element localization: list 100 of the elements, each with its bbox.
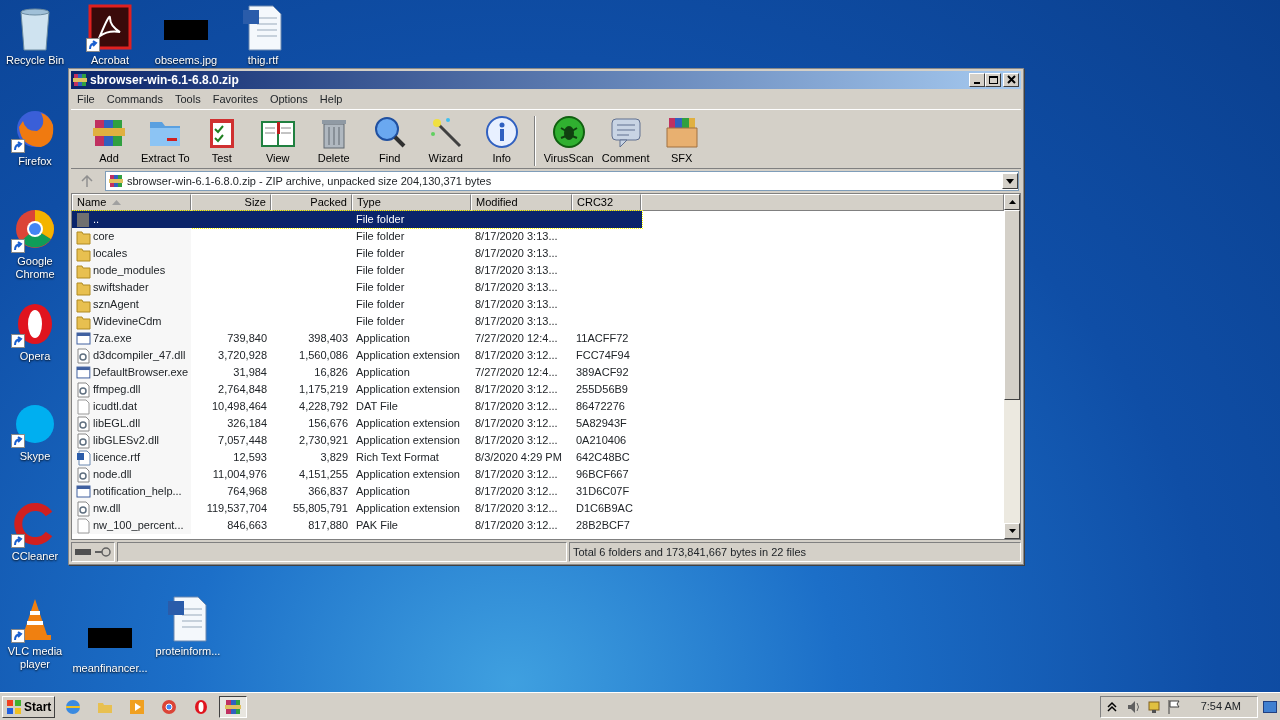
- table-cell-text: 398,403: [307, 331, 349, 347]
- icon-label[interactable]: Acrobat: [91, 54, 129, 67]
- icon-label[interactable]: thig.rtf: [247, 54, 279, 67]
- file-row[interactable]: libEGL.dll 326,184 156,676 Application extension 8/17/2020 3:12... 5A82943F: [72, 415, 642, 432]
- toolbar-button[interactable]: Add: [81, 113, 137, 166]
- scroll-up-button[interactable]: [1004, 194, 1020, 210]
- menu-item[interactable]: File: [71, 90, 101, 108]
- table-cell-text: 739,840: [226, 331, 268, 347]
- toolbar-button[interactable]: Find: [361, 113, 418, 166]
- icon-label[interactable]: Skype: [19, 450, 51, 463]
- icon-label[interactable]: Recycle Bin: [5, 54, 65, 67]
- table-cell-text: D1C6B9AC: [575, 501, 634, 517]
- file-row[interactable]: ffmpeg.dll 2,764,848 1,175,219 Application extension 8/17/2020 3:12... 255D56B9: [72, 381, 642, 398]
- network-icon[interactable]: [1146, 698, 1161, 715]
- toolbar-button[interactable]: Comment: [597, 113, 654, 166]
- toolbar-button[interactable]: VirusScan: [539, 113, 598, 166]
- table-cell-text: 642C48BC: [575, 450, 631, 466]
- close-button[interactable]: [1003, 73, 1019, 87]
- table-cell-text: 11,004,976: [211, 467, 268, 483]
- toolbar-button[interactable]: Delete: [305, 113, 362, 166]
- file-row[interactable]: node_modules File folder 8/17/2020 3:13...: [72, 262, 642, 279]
- minimize-button[interactable]: [969, 73, 985, 87]
- toolbar-button[interactable]: View: [249, 113, 306, 166]
- toolbar-button[interactable]: SFX: [653, 113, 710, 166]
- dropdown-button[interactable]: [1002, 173, 1018, 189]
- file-row[interactable]: WidevineCdm File folder 8/17/2020 3:13...: [72, 313, 642, 330]
- drive-icon[interactable]: [75, 548, 91, 556]
- taskbar-button[interactable]: [219, 695, 248, 718]
- file-row[interactable]: 7za.exe 739,840 398,403 Application 7/27/2020 12:4... 11ACFF72: [72, 330, 642, 347]
- toolbar-button[interactable]: Test: [193, 113, 250, 166]
- file-row[interactable]: node.dll 11,004,976 4,151,255 Application extension 8/17/2020 3:12... 96BCF667: [72, 466, 642, 483]
- file-row[interactable]: locales File folder 8/17/2020 3:13...: [72, 245, 642, 262]
- icon-label[interactable]: proteinform...: [155, 645, 221, 658]
- file-row[interactable]: nw.dll 119,537,704 55,805,791 Application extension 8/17/2020 3:12... D1C6B9AC: [72, 500, 642, 517]
- file-name: WidevineCdm: [93, 314, 163, 330]
- table-cell-text: 326,184: [226, 416, 268, 432]
- table-cell-text: 8/17/2020 3:13...: [474, 314, 559, 330]
- start-button[interactable]: Start: [2, 695, 56, 718]
- file-row[interactable]: libGLESv2.dll 7,057,448 2,730,921 Application extension 8/17/2020 3:12... 0A210406: [72, 432, 642, 449]
- icon-label[interactable]: Opera: [19, 350, 51, 363]
- menu-item[interactable]: Favorites: [206, 90, 264, 108]
- icon-label[interactable]: obseems.jpg: [154, 54, 218, 67]
- toolbar-button[interactable]: Extract To: [137, 113, 194, 166]
- menu-item[interactable]: Commands: [100, 90, 169, 108]
- table-cell-text: 3,720,928: [217, 348, 268, 364]
- column-header[interactable]: Modified: [471, 194, 572, 211]
- table-cell-text: 8/17/2020 3:12...: [474, 348, 559, 364]
- file-row[interactable]: sznAgent File folder 8/17/2020 3:13...: [72, 296, 642, 313]
- document-icon[interactable]: [86, 4, 134, 52]
- icon-label[interactable]: CCleaner: [11, 550, 59, 563]
- column-header[interactable]: Size: [191, 194, 271, 211]
- file-row[interactable]: DefaultBrowser.exe 31,984 16,826 Application 7/27/2020 12:4... 389ACF92: [72, 364, 642, 381]
- table-cell-text: DAT File: [355, 399, 399, 415]
- table-cell-text: 764,968: [226, 484, 268, 500]
- table-cell-text: 28B2BCF7: [575, 518, 631, 534]
- file-name: DefaultBrowser.exe: [92, 365, 190, 381]
- file-row[interactable]: notification_help... 764,968 366,837 Application 8/17/2020 3:12... 31D6C07F: [72, 483, 642, 500]
- table-cell-text: 4,151,255: [298, 467, 349, 483]
- table-cell-text: 255D56B9: [575, 382, 629, 398]
- menu-item[interactable]: Options: [263, 90, 314, 108]
- menu-item[interactable]: Help: [313, 90, 349, 108]
- menu-item[interactable]: Tools: [169, 90, 207, 108]
- path-field[interactable]: sbrowser-win-6.1-6.8.0.zip - ZIP archive, unpacked size 204,130,371 bytes: [105, 171, 1019, 191]
- icon-label[interactable]: Firefox: [18, 155, 52, 168]
- file-name: libEGL.dll: [93, 416, 142, 432]
- icon-label[interactable]: VLC media player: [4, 645, 66, 671]
- file-name: core: [93, 229, 116, 245]
- file-row[interactable]: .. File folder: [72, 211, 642, 228]
- scrollbar[interactable]: [1004, 194, 1020, 539]
- column-header[interactable]: Packed: [271, 194, 352, 211]
- toolbar-button[interactable]: Wizard: [417, 113, 474, 166]
- icon-label[interactable]: meanfinancer...: [72, 662, 148, 675]
- browser-circle-icon: [160, 697, 179, 716]
- info-icon: [483, 113, 520, 150]
- file-row[interactable]: core File folder 8/17/2020 3:13...: [72, 228, 642, 245]
- blank-file-icon: [76, 398, 91, 415]
- clock[interactable]: 7:54 AM: [1200, 698, 1241, 715]
- table-cell-text: Application: [355, 365, 411, 381]
- table-cell-text: File folder: [355, 229, 406, 245]
- icon-label[interactable]: Google Chrome: [4, 255, 66, 281]
- flag-icon[interactable]: [1166, 698, 1181, 715]
- gear-file-icon: [76, 347, 91, 364]
- table-cell-text: FCC74F94: [575, 348, 631, 364]
- file-row[interactable]: nw_100_percent... 846,663 817,880 PAK File 8/17/2020 3:12... 28B2BCF7: [72, 517, 642, 534]
- windows-logo-icon: [6, 698, 22, 715]
- table-cell-text: 8/17/2020 3:12...: [474, 416, 559, 432]
- scroll-down-button[interactable]: [1004, 523, 1020, 539]
- file-row[interactable]: licence.rtf 12,593 3,829 Rich Text Format 8/3/2020 4:29 PM 642C48BC: [72, 449, 642, 466]
- word-document-icon: [76, 449, 91, 466]
- key-icon[interactable]: [95, 547, 111, 557]
- toolbar-button[interactable]: Info: [473, 113, 530, 166]
- maximize-button[interactable]: [985, 73, 1001, 87]
- table-cell-text: File folder: [355, 314, 406, 330]
- table-cell-text: 5A82943F: [575, 416, 628, 432]
- file-row[interactable]: d3dcompiler_47.dll 3,720,928 1,560,086 Application extension 8/17/2020 3:12... FCC74F94: [72, 347, 642, 364]
- file-row[interactable]: swiftshader File folder 8/17/2020 3:13...: [72, 279, 642, 296]
- table-cell-text: 846,663: [226, 518, 268, 534]
- scrollbar-thumb[interactable]: [1004, 210, 1020, 400]
- file-row[interactable]: icudtl.dat 10,498,464 4,228,792 DAT File 8/17/2020 3:12... 86472276: [72, 398, 642, 415]
- file-name: libGLESv2.dll: [93, 433, 161, 449]
